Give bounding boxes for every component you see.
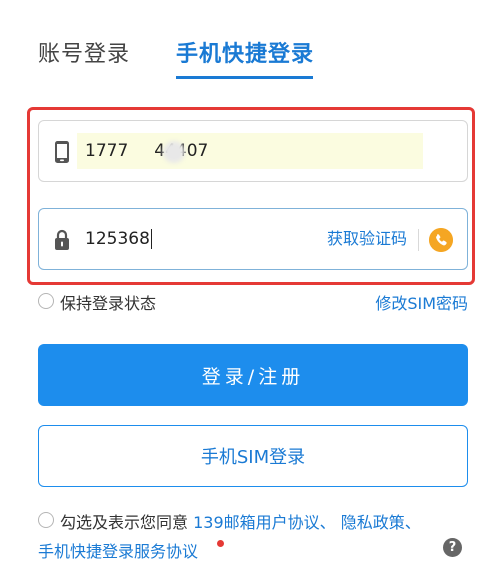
login-register-button[interactable]: 登录/注册 xyxy=(38,344,468,406)
help-icon[interactable]: ? xyxy=(443,538,462,557)
quick-login-service-agreement-link[interactable]: 手机快捷登录服务协议 xyxy=(38,538,198,562)
phone-number-prefix: 1777 xyxy=(85,141,129,161)
notification-dot xyxy=(217,540,224,547)
lock-icon xyxy=(55,229,69,250)
sim-login-button[interactable]: 手机SIM登录 xyxy=(38,425,468,487)
verification-code-value: 125368 xyxy=(85,229,150,249)
verification-code-field[interactable]: 125368 获取验证码 xyxy=(38,208,468,270)
agreement-prefix: 勾选及表示您同意 xyxy=(60,513,189,532)
modify-sim-password-link[interactable]: 修改SIM密码 xyxy=(375,290,468,314)
tab-phone-quick-login[interactable]: 手机快捷登录 xyxy=(176,36,314,68)
keep-login-radio[interactable] xyxy=(38,293,54,309)
agree-terms-radio[interactable] xyxy=(38,512,54,528)
divider xyxy=(418,229,419,251)
verification-code-input[interactable]: 125368 xyxy=(85,209,152,269)
tab-account-login[interactable]: 账号登录 xyxy=(38,36,130,68)
mobile-phone-icon xyxy=(55,141,69,163)
active-tab-indicator xyxy=(176,76,313,79)
keep-login-label: 保持登录状态 xyxy=(60,294,157,313)
get-verification-code-link[interactable]: 获取验证码 xyxy=(327,209,407,269)
text-cursor xyxy=(150,229,152,249)
privacy-policy-link[interactable]: 隐私政策、 xyxy=(341,513,421,532)
masked-digits xyxy=(163,141,185,163)
voice-code-icon[interactable] xyxy=(429,228,453,252)
agreement-text: 勾选及表示您同意 139邮箱用户协议、 隐私政策、 xyxy=(60,509,421,533)
phone-number-field[interactable]: 177744407 xyxy=(38,120,468,182)
user-agreement-link[interactable]: 139邮箱用户协议、 xyxy=(193,513,336,532)
phone-number-input[interactable]: 177744407 xyxy=(85,121,208,181)
